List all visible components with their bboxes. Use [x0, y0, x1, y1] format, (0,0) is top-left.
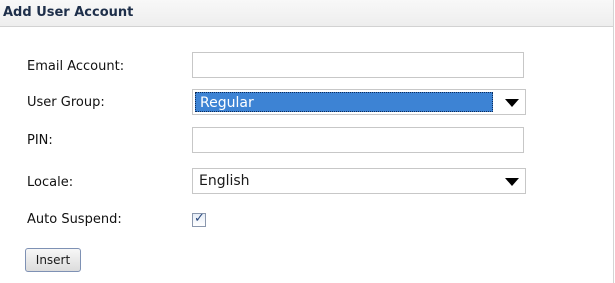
pin-label: PIN:: [27, 133, 53, 148]
panel-title: Add User Account: [3, 5, 134, 20]
insert-button[interactable]: Insert: [25, 248, 81, 272]
chevron-down-icon: [505, 178, 519, 186]
user-group-selected-value: Regular: [195, 92, 493, 112]
email-account-label: Email Account:: [27, 59, 125, 74]
locale-selected-value: English: [199, 173, 250, 189]
email-account-input[interactable]: [192, 52, 524, 78]
pin-input[interactable]: [192, 127, 524, 153]
locale-label: Locale:: [27, 175, 74, 190]
auto-suspend-checkbox[interactable]: ✓: [192, 211, 206, 227]
user-group-select[interactable]: Regular: [192, 89, 526, 115]
locale-select[interactable]: English: [192, 168, 526, 194]
checkmark-icon: ✓: [194, 211, 205, 226]
add-user-account-panel: Add User Account Email Account: User Gro…: [0, 0, 614, 283]
chevron-down-icon: [505, 99, 519, 107]
panel-header: Add User Account: [0, 0, 613, 27]
auto-suspend-label: Auto Suspend:: [27, 212, 122, 227]
user-group-label: User Group:: [27, 95, 105, 110]
